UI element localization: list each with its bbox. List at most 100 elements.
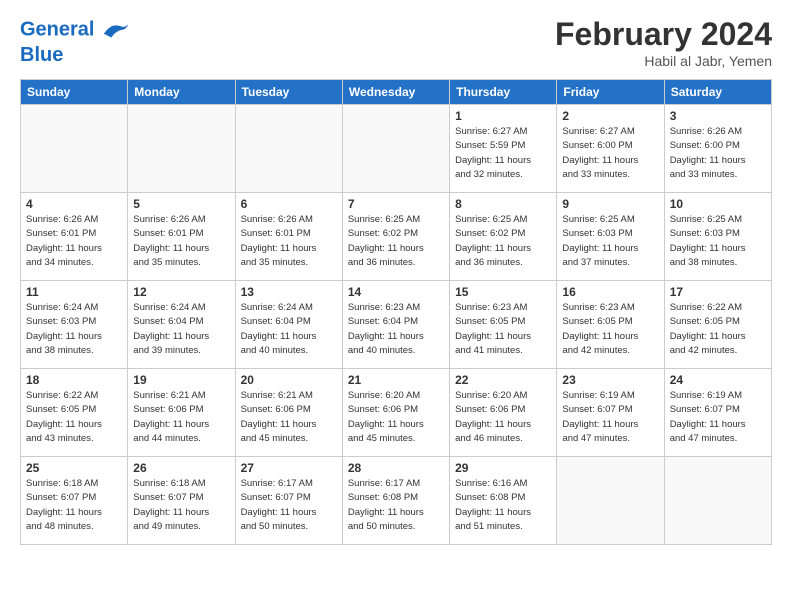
day-info: Sunrise: 6:16 AMSunset: 6:08 PMDaylight:… xyxy=(455,477,551,534)
col-tuesday: Tuesday xyxy=(235,80,342,105)
day-info: Sunrise: 6:21 AMSunset: 6:06 PMDaylight:… xyxy=(133,389,229,446)
calendar-week-row: 1 Sunrise: 6:27 AMSunset: 5:59 PMDaylight… xyxy=(21,105,772,193)
day-info: Sunrise: 6:18 AMSunset: 6:07 PMDaylight:… xyxy=(133,477,229,534)
day-info: Sunrise: 6:21 AMSunset: 6:06 PMDaylight:… xyxy=(241,389,337,446)
day-number: 6 xyxy=(241,197,337,211)
table-row: 4Sunrise: 6:26 AMSunset: 6:01 PMDaylight… xyxy=(21,193,128,281)
day-info: Sunrise: 6:24 AMSunset: 6:04 PMDaylight:… xyxy=(133,301,229,358)
day-info: Sunrise: 6:25 AMSunset: 6:02 PMDaylight:… xyxy=(455,213,551,270)
day-number: 4 xyxy=(26,197,122,211)
logo-blue: Blue xyxy=(20,44,130,67)
table-row xyxy=(21,105,128,193)
logo-bird-icon xyxy=(102,16,130,44)
day-number: 15 xyxy=(455,285,551,299)
day-info: Sunrise: 6:17 AMSunset: 6:07 PMDaylight:… xyxy=(241,477,337,534)
day-info: Sunrise: 6:24 AMSunset: 6:04 PMDaylight:… xyxy=(241,301,337,358)
col-monday: Monday xyxy=(128,80,235,105)
col-thursday: Thursday xyxy=(450,80,557,105)
page: General Blue February 2024 Habil al Jabr… xyxy=(0,0,792,612)
day-number: 10 xyxy=(670,197,766,211)
table-row: 12 Sunrise: 6:24 AMSunset: 6:04 PMDayligh… xyxy=(128,281,235,369)
table-row: 25Sunrise: 6:18 AMSunset: 6:07 PMDayligh… xyxy=(21,457,128,545)
day-number: 22 xyxy=(455,373,551,387)
table-row: 17 Sunrise: 6:22 AMSunset: 6:05 PMDayligh… xyxy=(664,281,771,369)
day-number: 19 xyxy=(133,373,229,387)
col-wednesday: Wednesday xyxy=(342,80,449,105)
day-info: Sunrise: 6:20 AMSunset: 6:06 PMDaylight:… xyxy=(348,389,444,446)
calendar-week-row: 18 Sunrise: 6:22 AMSunset: 6:05 PMDayligh… xyxy=(21,369,772,457)
day-number: 16 xyxy=(562,285,658,299)
table-row: 26Sunrise: 6:18 AMSunset: 6:07 PMDayligh… xyxy=(128,457,235,545)
table-row: 28 Sunrise: 6:17 AMSunset: 6:08 PMDayligh… xyxy=(342,457,449,545)
table-row: 2 Sunrise: 6:27 AMSunset: 6:00 PMDaylight… xyxy=(557,105,664,193)
col-friday: Friday xyxy=(557,80,664,105)
day-info: Sunrise: 6:20 AMSunset: 6:06 PMDaylight:… xyxy=(455,389,551,446)
table-row: 10 Sunrise: 6:25 AMSunset: 6:03 PMDayligh… xyxy=(664,193,771,281)
table-row: 27 Sunrise: 6:17 AMSunset: 6:07 PMDayligh… xyxy=(235,457,342,545)
day-number: 9 xyxy=(562,197,658,211)
day-number: 11 xyxy=(26,285,122,299)
day-number: 2 xyxy=(562,109,658,123)
day-info: Sunrise: 6:23 AMSunset: 6:05 PMDaylight:… xyxy=(455,301,551,358)
table-row xyxy=(342,105,449,193)
day-info: Sunrise: 6:23 AMSunset: 6:05 PMDaylight:… xyxy=(562,301,658,358)
day-number: 20 xyxy=(241,373,337,387)
day-number: 5 xyxy=(133,197,229,211)
day-number: 18 xyxy=(26,373,122,387)
table-row: 16 Sunrise: 6:23 AMSunset: 6:05 PMDayligh… xyxy=(557,281,664,369)
table-row: 29Sunrise: 6:16 AMSunset: 6:08 PMDayligh… xyxy=(450,457,557,545)
table-row: 1 Sunrise: 6:27 AMSunset: 5:59 PMDaylight… xyxy=(450,105,557,193)
calendar-week-row: 11 Sunrise: 6:24 AMSunset: 6:03 PMDayligh… xyxy=(21,281,772,369)
day-number: 8 xyxy=(455,197,551,211)
day-number: 27 xyxy=(241,461,337,475)
day-number: 17 xyxy=(670,285,766,299)
table-row xyxy=(557,457,664,545)
location-subtitle: Habil al Jabr, Yemen xyxy=(555,53,772,69)
table-row: 6 Sunrise: 6:26 AMSunset: 6:01 PMDaylight… xyxy=(235,193,342,281)
day-info: Sunrise: 6:25 AMSunset: 6:03 PMDaylight:… xyxy=(670,213,766,270)
table-row: 21 Sunrise: 6:20 AMSunset: 6:06 PMDayligh… xyxy=(342,369,449,457)
table-row: 13 Sunrise: 6:24 AMSunset: 6:04 PMDayligh… xyxy=(235,281,342,369)
day-number: 28 xyxy=(348,461,444,475)
table-row: 3Sunrise: 6:26 AMSunset: 6:00 PMDaylight… xyxy=(664,105,771,193)
col-saturday: Saturday xyxy=(664,80,771,105)
day-number: 1 xyxy=(455,109,551,123)
table-row: 11 Sunrise: 6:24 AMSunset: 6:03 PMDayligh… xyxy=(21,281,128,369)
day-info: Sunrise: 6:26 AMSunset: 6:00 PMDaylight:… xyxy=(670,125,766,182)
table-row: 24Sunrise: 6:19 AMSunset: 6:07 PMDayligh… xyxy=(664,369,771,457)
table-row: 23 Sunrise: 6:19 AMSunset: 6:07 PMDayligh… xyxy=(557,369,664,457)
day-info: Sunrise: 6:26 AMSunset: 6:01 PMDaylight:… xyxy=(241,213,337,270)
day-info: Sunrise: 6:24 AMSunset: 6:03 PMDaylight:… xyxy=(26,301,122,358)
calendar-table: Sunday Monday Tuesday Wednesday Thursday… xyxy=(20,79,772,545)
day-info: Sunrise: 6:19 AMSunset: 6:07 PMDaylight:… xyxy=(670,389,766,446)
table-row: 8 Sunrise: 6:25 AMSunset: 6:02 PMDaylight… xyxy=(450,193,557,281)
table-row: 20 Sunrise: 6:21 AMSunset: 6:06 PMDayligh… xyxy=(235,369,342,457)
day-number: 12 xyxy=(133,285,229,299)
table-row: 18 Sunrise: 6:22 AMSunset: 6:05 PMDayligh… xyxy=(21,369,128,457)
table-row: 19 Sunrise: 6:21 AMSunset: 6:06 PMDayligh… xyxy=(128,369,235,457)
day-number: 21 xyxy=(348,373,444,387)
table-row xyxy=(664,457,771,545)
logo: General Blue xyxy=(20,16,130,67)
day-number: 14 xyxy=(348,285,444,299)
day-info: Sunrise: 6:19 AMSunset: 6:07 PMDaylight:… xyxy=(562,389,658,446)
day-info: Sunrise: 6:17 AMSunset: 6:08 PMDaylight:… xyxy=(348,477,444,534)
day-info: Sunrise: 6:25 AMSunset: 6:03 PMDaylight:… xyxy=(562,213,658,270)
day-info: Sunrise: 6:27 AMSunset: 5:59 PMDaylight:… xyxy=(455,125,551,182)
day-info: Sunrise: 6:26 AMSunset: 6:01 PMDaylight:… xyxy=(133,213,229,270)
header: General Blue February 2024 Habil al Jabr… xyxy=(20,16,772,69)
day-info: Sunrise: 6:27 AMSunset: 6:00 PMDaylight:… xyxy=(562,125,658,182)
day-info: Sunrise: 6:25 AMSunset: 6:02 PMDaylight:… xyxy=(348,213,444,270)
day-number: 13 xyxy=(241,285,337,299)
table-row: 15 Sunrise: 6:23 AMSunset: 6:05 PMDayligh… xyxy=(450,281,557,369)
calendar-header-row: Sunday Monday Tuesday Wednesday Thursday… xyxy=(21,80,772,105)
day-info: Sunrise: 6:22 AMSunset: 6:05 PMDaylight:… xyxy=(26,389,122,446)
day-number: 23 xyxy=(562,373,658,387)
table-row: 7Sunrise: 6:25 AMSunset: 6:02 PMDaylight… xyxy=(342,193,449,281)
table-row: 22 Sunrise: 6:20 AMSunset: 6:06 PMDayligh… xyxy=(450,369,557,457)
day-info: Sunrise: 6:22 AMSunset: 6:05 PMDaylight:… xyxy=(670,301,766,358)
col-sunday: Sunday xyxy=(21,80,128,105)
title-block: February 2024 Habil al Jabr, Yemen xyxy=(555,16,772,69)
table-row: 5 Sunrise: 6:26 AMSunset: 6:01 PMDaylight… xyxy=(128,193,235,281)
day-info: Sunrise: 6:23 AMSunset: 6:04 PMDaylight:… xyxy=(348,301,444,358)
